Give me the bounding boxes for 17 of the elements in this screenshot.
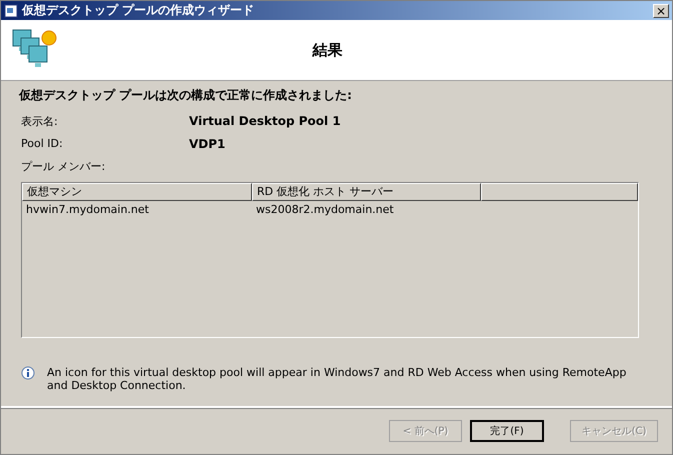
field-value: VDP1 — [189, 137, 226, 151]
table-cell-text: hvwin7.mydomain.net — [25, 202, 150, 218]
wizard-button[interactable]: 完了(F) — [470, 420, 544, 442]
page-title: 結果 — [311, 40, 344, 60]
close-button[interactable]: × — [653, 4, 669, 18]
column-header[interactable]: RD 仮想化 ホスト サーバー — [252, 183, 481, 201]
info-text: An icon for this virtual desktop pool will appear in Windows7 and RD Web Access when using RemoteApp and Desktop Connection. — [47, 366, 628, 392]
column-header[interactable]: 仮想マシン — [22, 183, 252, 201]
info-icon — [21, 366, 35, 380]
app-icon — [4, 4, 18, 18]
field-value: Virtual Desktop Pool 1 — [189, 114, 342, 129]
window-title: 仮想デスクトップ プールの作成ウィザード — [22, 2, 256, 19]
members-label: プール メンバー: — [20, 159, 106, 174]
summary-text: 仮想デスクトップ プールは次の構成で正常に作成されました: — [19, 87, 353, 104]
field-label: 表示名: — [21, 114, 59, 129]
table-cell-text: ws2008r2.mydomain.net — [255, 202, 395, 218]
field-label: Pool ID: — [21, 137, 64, 151]
